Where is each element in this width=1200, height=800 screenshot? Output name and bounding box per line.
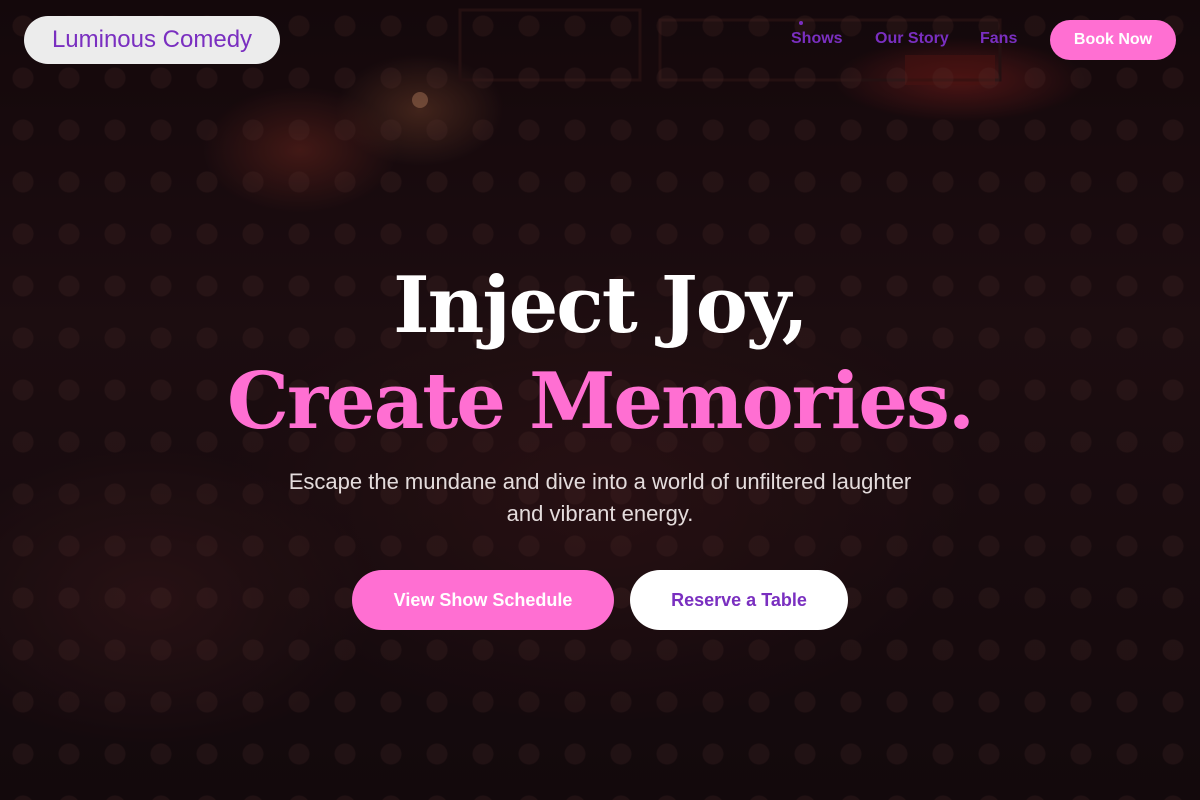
nav-link-fans[interactable]: Fans	[980, 30, 1017, 48]
book-now-label: Book Now	[1073, 31, 1153, 48]
brand-logo[interactable]: Luminous Comedy	[24, 16, 280, 64]
reserve-table-button[interactable]: Reserve a Table	[630, 570, 848, 630]
book-now-button[interactable]: Book Now	[1050, 20, 1176, 60]
view-show-schedule-button[interactable]: View Show Schedule	[352, 570, 614, 630]
headline-line-2: Create Memories.	[226, 356, 975, 447]
view-show-schedule-label: View Show Schedule	[393, 589, 573, 610]
navbar: Luminous Comedy Shows Our Story Fans Boo…	[0, 0, 1200, 80]
hero-subtext: Escape the mundane and dive into a world…	[288, 469, 912, 526]
brand-name: Luminous Comedy	[51, 26, 253, 53]
nav-link-our-story[interactable]: Our Story	[875, 30, 949, 48]
headline-line-1: Inject Joy,	[393, 260, 809, 351]
active-indicator-dot	[799, 21, 803, 25]
reserve-table-label: Reserve a Table	[671, 589, 807, 610]
hero-headline: Inject Joy, Create Memories.	[0, 258, 1200, 450]
nav-link-shows[interactable]: Shows	[791, 30, 843, 48]
